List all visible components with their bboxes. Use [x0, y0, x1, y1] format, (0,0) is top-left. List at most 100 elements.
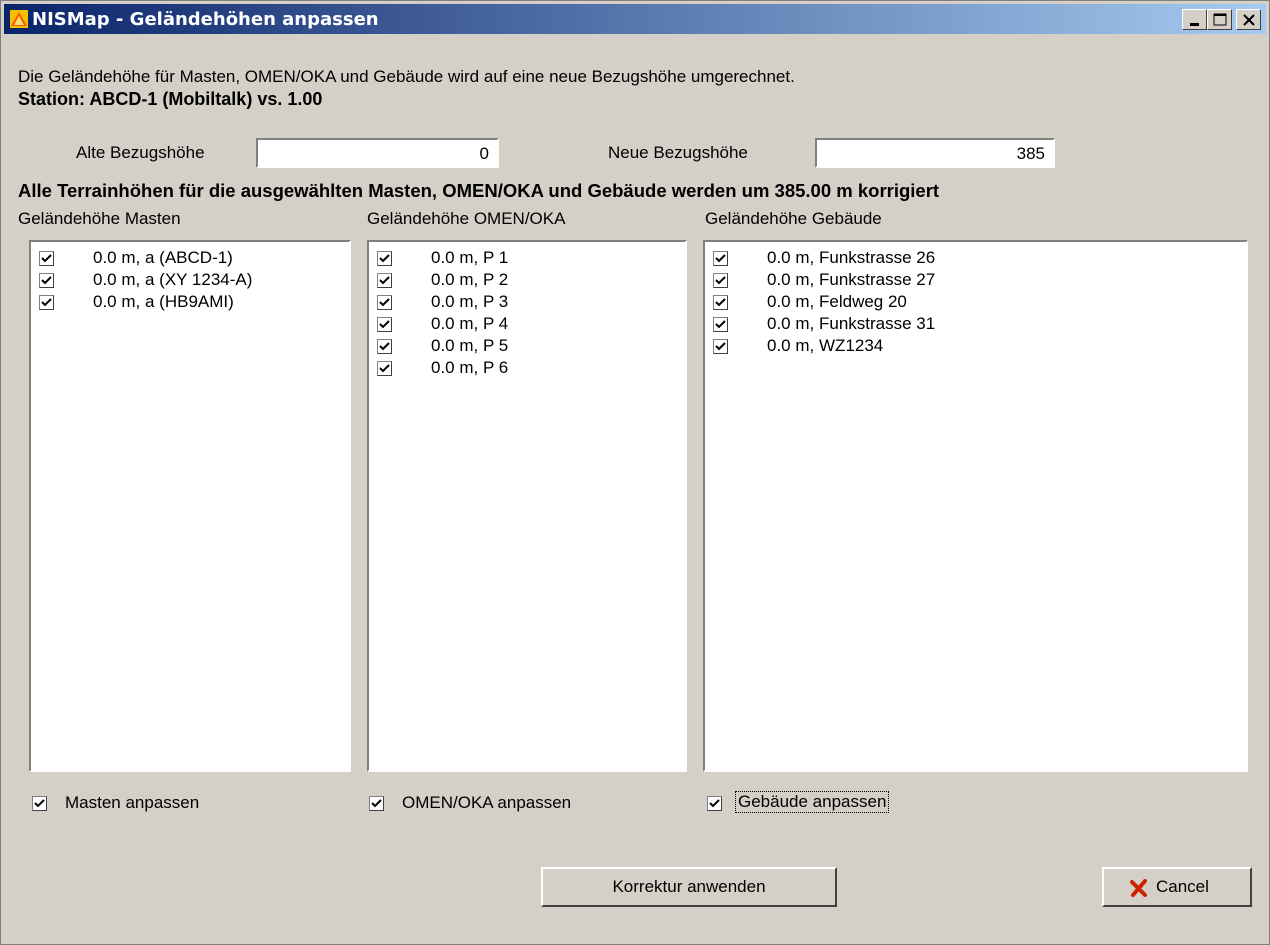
checkbox-box[interactable] — [32, 796, 47, 811]
item-checkbox[interactable] — [713, 273, 728, 288]
minimize-icon — [1190, 23, 1199, 26]
item-name: P 4 — [483, 314, 509, 333]
list-item[interactable]: 0.0 m, Funkstrasse 26 — [713, 248, 1246, 270]
masts-adjust-label: Masten anpassen — [65, 793, 200, 812]
new-ref-input[interactable]: 385 — [815, 138, 1055, 168]
item-height-value: 0.0 m, — [767, 270, 815, 289]
close-button[interactable] — [1236, 9, 1261, 30]
item-height-value: 0.0 m, — [767, 314, 815, 333]
dialog-window: NISMap - Geländehöhen anpassen Die Gelän… — [0, 0, 1270, 945]
checkmark-icon — [709, 799, 720, 808]
checkmark-icon — [379, 342, 390, 351]
checkmark-icon — [715, 298, 726, 307]
red-x-icon — [1130, 879, 1147, 897]
close-icon — [1243, 14, 1255, 26]
omen-heading: Geländehöhe OMEN/OKA — [367, 209, 566, 228]
omen-adjust-label: OMEN/OKA anpassen — [402, 793, 572, 812]
cancel-label: Cancel — [1156, 877, 1209, 896]
omen-list[interactable]: 0.0 m, P 1 0.0 m, P 2 0.0 m, P 3 0.0 m, P 4 0.0 … — [367, 240, 687, 772]
item-height-value: 0.0 m, — [93, 270, 141, 289]
checkmark-icon — [715, 276, 726, 285]
item-name: P 2 — [483, 270, 509, 289]
checkmark-icon — [715, 320, 726, 329]
item-name: P 6 — [483, 358, 509, 377]
buildings-adjust-label: Gebäude anpassen — [735, 791, 890, 813]
item-height-value: 0.0 m, — [93, 248, 141, 267]
item-name: P 5 — [483, 336, 509, 355]
list-item[interactable]: 0.0 m, WZ1234 — [713, 336, 1246, 358]
checkmark-icon — [379, 276, 390, 285]
list-item[interactable]: 0.0 m, P 5 — [377, 336, 685, 358]
item-name: a (ABCD-1) — [145, 248, 233, 267]
title-bar[interactable]: NISMap - Geländehöhen anpassen — [4, 4, 1266, 34]
list-item[interactable]: 0.0 m, P 2 — [377, 270, 685, 292]
list-item[interactable]: 0.0 m, P 4 — [377, 314, 685, 336]
description-text: Die Geländehöhe für Masten, OMEN/OKA und… — [18, 67, 795, 86]
item-checkbox[interactable] — [39, 251, 54, 266]
list-item[interactable]: 0.0 m, Funkstrasse 31 — [713, 314, 1246, 336]
checkmark-icon — [34, 799, 45, 808]
list-item[interactable]: 0.0 m, P 6 — [377, 358, 685, 380]
maximize-button[interactable] — [1207, 9, 1232, 30]
item-height-value: 0.0 m, — [767, 248, 815, 267]
item-checkbox[interactable] — [39, 295, 54, 310]
checkmark-icon — [379, 320, 390, 329]
station-label: Station: ABCD-1 (Mobiltalk) vs. 1.00 — [18, 89, 323, 109]
item-height-value: 0.0 m, — [431, 358, 479, 377]
masts-list[interactable]: 0.0 m, a (ABCD-1) 0.0 m, a (XY 1234-A) 0.0 m… — [29, 240, 351, 772]
minimize-button[interactable] — [1182, 9, 1207, 30]
checkmark-icon — [715, 254, 726, 263]
checkbox-box[interactable] — [369, 796, 384, 811]
checkbox-box[interactable] — [707, 796, 722, 811]
item-checkbox[interactable] — [377, 251, 392, 266]
item-checkbox[interactable] — [377, 273, 392, 288]
item-checkbox[interactable] — [713, 295, 728, 310]
item-checkbox[interactable] — [377, 295, 392, 310]
list-item[interactable]: 0.0 m, a (ABCD-1) — [39, 248, 349, 270]
masts-heading: Geländehöhe Masten — [18, 209, 181, 228]
cancel-button[interactable]: Cancel — [1102, 867, 1252, 907]
item-checkbox[interactable] — [377, 361, 392, 376]
item-checkbox[interactable] — [713, 339, 728, 354]
item-name: P 1 — [483, 248, 509, 267]
window-title: NISMap - Geländehöhen anpassen — [32, 9, 379, 30]
item-height-value: 0.0 m, — [93, 292, 141, 311]
item-height-value: 0.0 m, — [431, 270, 479, 289]
list-item[interactable]: 0.0 m, P 3 — [377, 292, 685, 314]
checkmark-icon — [379, 364, 390, 373]
checkmark-icon — [41, 276, 52, 285]
item-name: a (XY 1234-A) — [145, 270, 253, 289]
old-ref-label: Alte Bezugshöhe — [76, 143, 205, 162]
list-item[interactable]: 0.0 m, a (HB9AMI) — [39, 292, 349, 314]
item-height-value: 0.0 m, — [431, 314, 479, 333]
checkmark-icon — [715, 342, 726, 351]
item-height-value: 0.0 m, — [431, 248, 479, 267]
item-name: Feldweg 20 — [819, 292, 907, 311]
item-checkbox[interactable] — [713, 251, 728, 266]
item-checkbox[interactable] — [39, 273, 54, 288]
list-item[interactable]: 0.0 m, P 1 — [377, 248, 685, 270]
item-name: P 3 — [483, 292, 509, 311]
item-name: Funkstrasse 26 — [819, 248, 936, 267]
checkmark-icon — [379, 254, 390, 263]
list-item[interactable]: 0.0 m, a (XY 1234-A) — [39, 270, 349, 292]
buildings-heading: Geländehöhe Gebäude — [705, 209, 882, 228]
item-height-value: 0.0 m, — [767, 292, 815, 311]
list-item[interactable]: 0.0 m, Feldweg 20 — [713, 292, 1246, 314]
checkmark-icon — [371, 799, 382, 808]
apply-correction-button[interactable]: Korrektur anwenden — [541, 867, 837, 907]
old-ref-input[interactable]: 0 — [256, 138, 499, 168]
maximize-icon — [1213, 13, 1227, 26]
item-height-value: 0.0 m, — [767, 336, 815, 355]
item-height-value: 0.0 m, — [431, 336, 479, 355]
checkmark-icon — [379, 298, 390, 307]
item-checkbox[interactable] — [377, 317, 392, 332]
list-item[interactable]: 0.0 m, Funkstrasse 27 — [713, 270, 1246, 292]
item-checkbox[interactable] — [377, 339, 392, 354]
item-name: Funkstrasse 31 — [819, 314, 936, 333]
item-height-value: 0.0 m, — [431, 292, 479, 311]
buildings-list[interactable]: 0.0 m, Funkstrasse 26 0.0 m, Funkstrasse 27… — [703, 240, 1248, 772]
checkmark-icon — [41, 254, 52, 263]
item-checkbox[interactable] — [713, 317, 728, 332]
checkmark-icon — [41, 298, 52, 307]
